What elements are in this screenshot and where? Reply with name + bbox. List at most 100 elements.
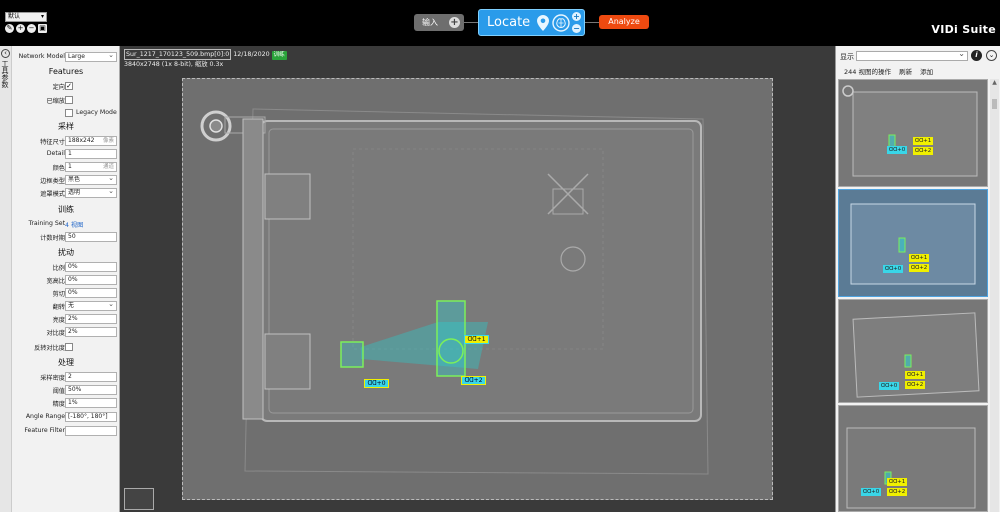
image-date: 12/18/2020 [233, 51, 270, 58]
thumbnail-marker-label: 0 [875, 489, 880, 495]
brightness-input[interactable]: 2% [65, 314, 117, 324]
color-label: 颜色 [52, 165, 65, 172]
thumbnail-marker-label: 2 [923, 265, 928, 271]
edit-icon[interactable]: ✎ [5, 24, 14, 33]
marker-2[interactable]: ᗡᗡ+2 [461, 376, 486, 385]
network-model-select[interactable]: Large [65, 52, 117, 62]
info-icon[interactable]: i [971, 50, 982, 61]
sampling-density-input[interactable]: 2 [65, 372, 117, 382]
shear-row: 剪切 0% [12, 288, 120, 299]
border-type-select[interactable]: 黑色 [65, 175, 117, 185]
training-set-link[interactable]: 4 视图 [65, 220, 83, 229]
scrollbar-thumb[interactable] [992, 99, 997, 109]
add-icon[interactable]: + [16, 24, 25, 33]
feature-filter-input[interactable] [65, 426, 117, 436]
sampling-density-label: 采样密度 [40, 375, 65, 382]
view-thumbnail-selected[interactable]: ᗡᗡ+0 ᗡᗡ+1 ᗡᗡ+2 [838, 189, 988, 297]
oriented-checkbox[interactable]: ✓ [65, 82, 73, 90]
precision-row: 精度 1% [12, 398, 120, 409]
remove-icon[interactable]: − [27, 24, 36, 33]
add-link[interactable]: 添加 [920, 68, 933, 76]
image-viewer[interactable]: Sur_1217_170123_509.bmp[0]:0 12/18/2020 … [120, 46, 835, 512]
flip-row: 翻转 无 [12, 301, 120, 312]
inverse-contrast-checkbox[interactable] [65, 343, 73, 351]
image-canvas[interactable]: ᗡᗡ+0 ᗡᗡ+1 ᗡᗡ+2 [182, 78, 773, 500]
thumbnail-marker-label: 2 [901, 489, 906, 495]
flip-select[interactable]: 无 [65, 301, 117, 311]
training-heading: 训练 [58, 205, 74, 214]
mask-mode-label: 遮罩模式 [40, 191, 65, 198]
oriented-label: 定向 [52, 84, 65, 91]
scaled-checkbox[interactable] [65, 96, 73, 104]
color-unit: 通道 [102, 164, 114, 170]
network-model-label: Network Model [18, 53, 65, 60]
add-step-icon[interactable]: + [572, 12, 581, 21]
legacy-mode-checkbox[interactable] [65, 109, 73, 117]
add-tool-icon[interactable]: + [449, 17, 460, 28]
scale-value: 0% [68, 263, 78, 270]
thumbnail-marker-label: 1 [901, 479, 906, 485]
detail-input[interactable]: 1 [65, 149, 117, 159]
contrast-label: 对比度 [46, 330, 65, 337]
filter-select[interactable] [856, 49, 968, 61]
sampling-heading: 采样 [58, 122, 74, 131]
detail-value: 1 [68, 150, 72, 157]
training-set-label: Training Set [28, 220, 65, 227]
thumbnail-marker: ᗡᗡ+1 [905, 371, 925, 379]
detail-row: Detail 1 [12, 149, 120, 160]
marker-0[interactable]: ᗡᗡ+0 [364, 379, 389, 388]
input-tool-button[interactable]: 输入 + [414, 14, 464, 31]
mask-mode-row: 遮罩模式 透明 [12, 188, 120, 199]
feature-filter-label: Feature Filter [24, 427, 65, 434]
thumbnail-marker: ᗡᗡ+0 [879, 382, 899, 390]
remove-step-icon[interactable]: − [572, 24, 581, 33]
feature-size-input[interactable]: 188x242 像素 [65, 136, 117, 146]
collapse-panel-icon[interactable]: ‹ [1, 49, 10, 58]
collapse-icon[interactable]: ⌄ [986, 50, 997, 61]
locate-tool-label: Locate [487, 15, 531, 30]
color-input[interactable]: 1 通道 [65, 162, 117, 172]
save-icon[interactable]: ▣ [38, 24, 47, 33]
views-count-label[interactable]: 244 视图的操作 [844, 68, 891, 76]
brightness-row: 亮度 2% [12, 314, 120, 325]
threshold-input[interactable]: 50% [65, 385, 117, 395]
contrast-value: 2% [68, 328, 78, 335]
thumbnail-image [850, 203, 976, 285]
scroll-up-icon[interactable]: ▲ [990, 79, 999, 87]
minimap[interactable] [124, 488, 154, 510]
thumbnail-marker: ᗡᗡ+0 [887, 146, 907, 154]
analyze-tool-button[interactable]: Analyze [599, 15, 649, 29]
parameters-vertical-tab[interactable]: ‹ 工具参数 [0, 46, 12, 512]
thumbnail-marker: ᗡᗡ+2 [913, 147, 933, 155]
thumbnail-scrollbar[interactable]: ▲ [990, 79, 999, 512]
angle-range-input[interactable]: [-180°, 180°] [65, 412, 117, 422]
refresh-link[interactable]: 刷新 [899, 68, 912, 76]
parameters-tab-label: 工具参数 [1, 60, 9, 88]
thumbnail-marker: ᗡᗡ+1 [887, 478, 907, 486]
locate-tool-button[interactable]: Locate + − [478, 9, 585, 36]
epochs-input[interactable]: 50 [65, 232, 117, 242]
angle-range-row: Angle Range [-180°, 180°] [12, 412, 120, 423]
view-thumbnail[interactable]: ᗡᗡ+0 ᗡᗡ+1 ᗡᗡ+2 [838, 79, 988, 187]
top-toolbar: 默认 ▾ ✎ + − ▣ 输入 + Locate + − Analyze VID… [0, 0, 1000, 46]
scale-input[interactable]: 0% [65, 262, 117, 272]
angle-range-value: [-180°, 180°] [68, 413, 108, 420]
mask-mode-select[interactable]: 透明 [65, 188, 117, 198]
workspace-select[interactable]: 默认 ▾ [5, 12, 47, 22]
precision-label: 精度 [52, 401, 65, 408]
aspect-input[interactable]: 0% [65, 275, 117, 285]
thumbnail-marker: ᗡᗡ+0 [861, 488, 881, 496]
color-value: 1 [68, 163, 72, 170]
marker-1[interactable]: ᗡᗡ+1 [464, 335, 489, 344]
workspace-select-value: 默认 [8, 13, 21, 20]
scale-row: 比例 0% [12, 262, 120, 273]
view-thumbnail[interactable]: ᗡᗡ+0 ᗡᗡ+1 ᗡᗡ+2 [838, 405, 988, 512]
view-thumbnail[interactable]: ᗡᗡ+0 ᗡᗡ+1 ᗡᗡ+2 [838, 299, 988, 403]
shear-input[interactable]: 0% [65, 288, 117, 298]
marker-2-label: 2 [478, 377, 483, 384]
contrast-input[interactable]: 2% [65, 327, 117, 337]
precision-input[interactable]: 1% [65, 398, 117, 408]
input-tool-label: 输入 [422, 18, 438, 27]
scaled-row: 已缩放 [12, 95, 120, 106]
epochs-label: 计数时期 [40, 235, 65, 242]
